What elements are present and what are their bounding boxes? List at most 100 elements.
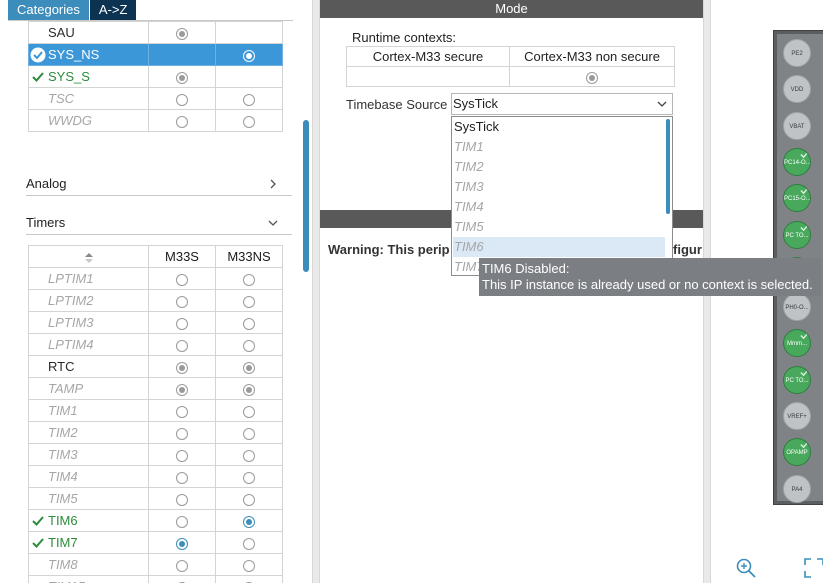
- peripheral-cell[interactable]: LPTIM2: [28, 289, 149, 312]
- m33ns-cell[interactable]: [215, 443, 283, 466]
- m33ns-cell[interactable]: [215, 531, 283, 554]
- section-analog[interactable]: Analog: [26, 172, 292, 196]
- m33s-cell[interactable]: [148, 21, 216, 44]
- m33ns-cell[interactable]: [215, 355, 283, 378]
- m33ns-radio[interactable]: [243, 493, 255, 506]
- m33s-radio[interactable]: [176, 427, 188, 440]
- m33ns-cell[interactable]: [215, 267, 283, 290]
- context-cell-secure[interactable]: [346, 66, 510, 87]
- peripheral-cell[interactable]: SYS_S: [28, 65, 149, 88]
- m33s-cell[interactable]: [148, 65, 216, 88]
- peripheral-cell[interactable]: TIM3: [28, 443, 149, 466]
- table-row[interactable]: SAU: [28, 21, 283, 44]
- m33s-radio[interactable]: [176, 339, 188, 352]
- dropdown-option-tim1[interactable]: TIM1: [453, 137, 665, 157]
- pin[interactable]: VDD: [783, 75, 811, 104]
- m33ns-radio[interactable]: [243, 405, 255, 418]
- section-timers[interactable]: Timers: [26, 211, 292, 235]
- peripheral-cell[interactable]: TIM5: [28, 487, 149, 510]
- table-row[interactable]: LPTIM3: [28, 311, 283, 334]
- m33ns-cell[interactable]: [215, 421, 283, 444]
- m33ns-cell[interactable]: [215, 311, 283, 334]
- m33s-radio[interactable]: [176, 537, 188, 550]
- m33ns-radio[interactable]: [243, 471, 255, 484]
- pin[interactable]: PC TO...: [783, 365, 811, 394]
- m33ns-radio[interactable]: [243, 93, 255, 106]
- m33ns-radio[interactable]: [243, 361, 255, 374]
- m33s-cell[interactable]: [148, 553, 216, 576]
- m33ns-radio[interactable]: [243, 449, 255, 462]
- table-row[interactable]: TIM7: [28, 531, 283, 554]
- m33ns-radio[interactable]: [243, 515, 255, 528]
- m33ns-radio[interactable]: [243, 339, 255, 352]
- context-cell-non-secure[interactable]: [509, 66, 675, 87]
- dropdown-scrollbar-thumb[interactable]: [666, 119, 670, 214]
- table-row[interactable]: LPTIM1: [28, 267, 283, 290]
- peripheral-cell[interactable]: SAU: [28, 21, 149, 44]
- m33s-cell[interactable]: [148, 531, 216, 554]
- peripheral-cell[interactable]: TIM8: [28, 553, 149, 576]
- zoom-in-icon[interactable]: [735, 557, 757, 579]
- column-header-m33s[interactable]: M33S: [148, 245, 216, 268]
- table-row[interactable]: TIM5: [28, 487, 283, 510]
- peripheral-cell[interactable]: TIM6: [28, 509, 149, 532]
- m33s-radio[interactable]: [176, 273, 188, 286]
- m33s-cell[interactable]: [148, 509, 216, 532]
- m33s-cell[interactable]: [148, 311, 216, 334]
- scrollbar-thumb[interactable]: [303, 120, 309, 272]
- pin[interactable]: VREF+: [783, 402, 811, 430]
- m33s-cell[interactable]: [148, 333, 216, 356]
- m33s-cell[interactable]: [148, 399, 216, 422]
- m33ns-radio[interactable]: [243, 115, 255, 128]
- dropdown-option-tim6[interactable]: TIM6: [453, 237, 665, 257]
- m33s-radio[interactable]: [176, 515, 188, 528]
- m33s-radio[interactable]: [176, 27, 188, 40]
- dropdown-option-tim5[interactable]: TIM5: [453, 217, 665, 237]
- m33ns-radio[interactable]: [243, 273, 255, 286]
- sort-column-header[interactable]: [28, 245, 149, 268]
- m33s-radio[interactable]: [176, 93, 188, 106]
- table-row[interactable]: WWDG: [28, 109, 283, 132]
- panel-splitter-left[interactable]: [312, 0, 320, 583]
- m33ns-cell[interactable]: [215, 487, 283, 510]
- table-row[interactable]: TIM8: [28, 553, 283, 576]
- m33ns-cell[interactable]: [215, 109, 283, 132]
- peripheral-cell[interactable]: TIM4: [28, 465, 149, 488]
- m33ns-cell[interactable]: [215, 465, 283, 488]
- m33ns-radio[interactable]: [243, 383, 255, 396]
- m33ns-radio[interactable]: [243, 427, 255, 440]
- m33s-radio[interactable]: [176, 115, 188, 128]
- table-row[interactable]: TIM2: [28, 421, 283, 444]
- m33ns-cell[interactable]: [215, 553, 283, 576]
- m33ns-cell[interactable]: [215, 377, 283, 400]
- m33s-radio[interactable]: [176, 317, 188, 330]
- dropdown-option-tim4[interactable]: TIM4: [453, 197, 665, 217]
- peripheral-cell[interactable]: TSC: [28, 87, 149, 110]
- dropdown-option-tim3[interactable]: TIM3: [453, 177, 665, 197]
- peripheral-cell[interactable]: TIM7: [28, 531, 149, 554]
- m33s-cell[interactable]: [148, 443, 216, 466]
- m33s-radio[interactable]: [176, 405, 188, 418]
- m33s-cell[interactable]: [148, 289, 216, 312]
- table-row[interactable]: SYS_S: [28, 65, 283, 88]
- table-row[interactable]: TIM6: [28, 509, 283, 532]
- column-header-m33ns[interactable]: M33NS: [215, 245, 283, 268]
- table-row[interactable]: TSC: [28, 87, 283, 110]
- m33ns-cell[interactable]: [215, 575, 283, 583]
- peripheral-cell[interactable]: WWDG: [28, 109, 149, 132]
- pin[interactable]: PA4: [783, 474, 811, 503]
- dropdown-option-systick[interactable]: SysTick: [453, 117, 665, 137]
- m33s-radio[interactable]: [176, 559, 188, 572]
- m33ns-radio[interactable]: [243, 559, 255, 572]
- m33s-cell[interactable]: [148, 267, 216, 290]
- m33ns-radio[interactable]: [243, 49, 255, 62]
- pin[interactable]: Mmm...: [783, 329, 811, 358]
- context-non-secure-radio[interactable]: [586, 71, 598, 84]
- fit-screen-icon[interactable]: [803, 557, 823, 579]
- tab-a-to-z[interactable]: A->Z: [89, 0, 137, 20]
- timebase-source-select[interactable]: SysTick: [451, 93, 673, 115]
- pin[interactable]: PC TO...: [783, 220, 811, 249]
- peripheral-cell[interactable]: RTC: [28, 355, 149, 378]
- m33s-cell[interactable]: [148, 421, 216, 444]
- m33ns-cell[interactable]: [215, 333, 283, 356]
